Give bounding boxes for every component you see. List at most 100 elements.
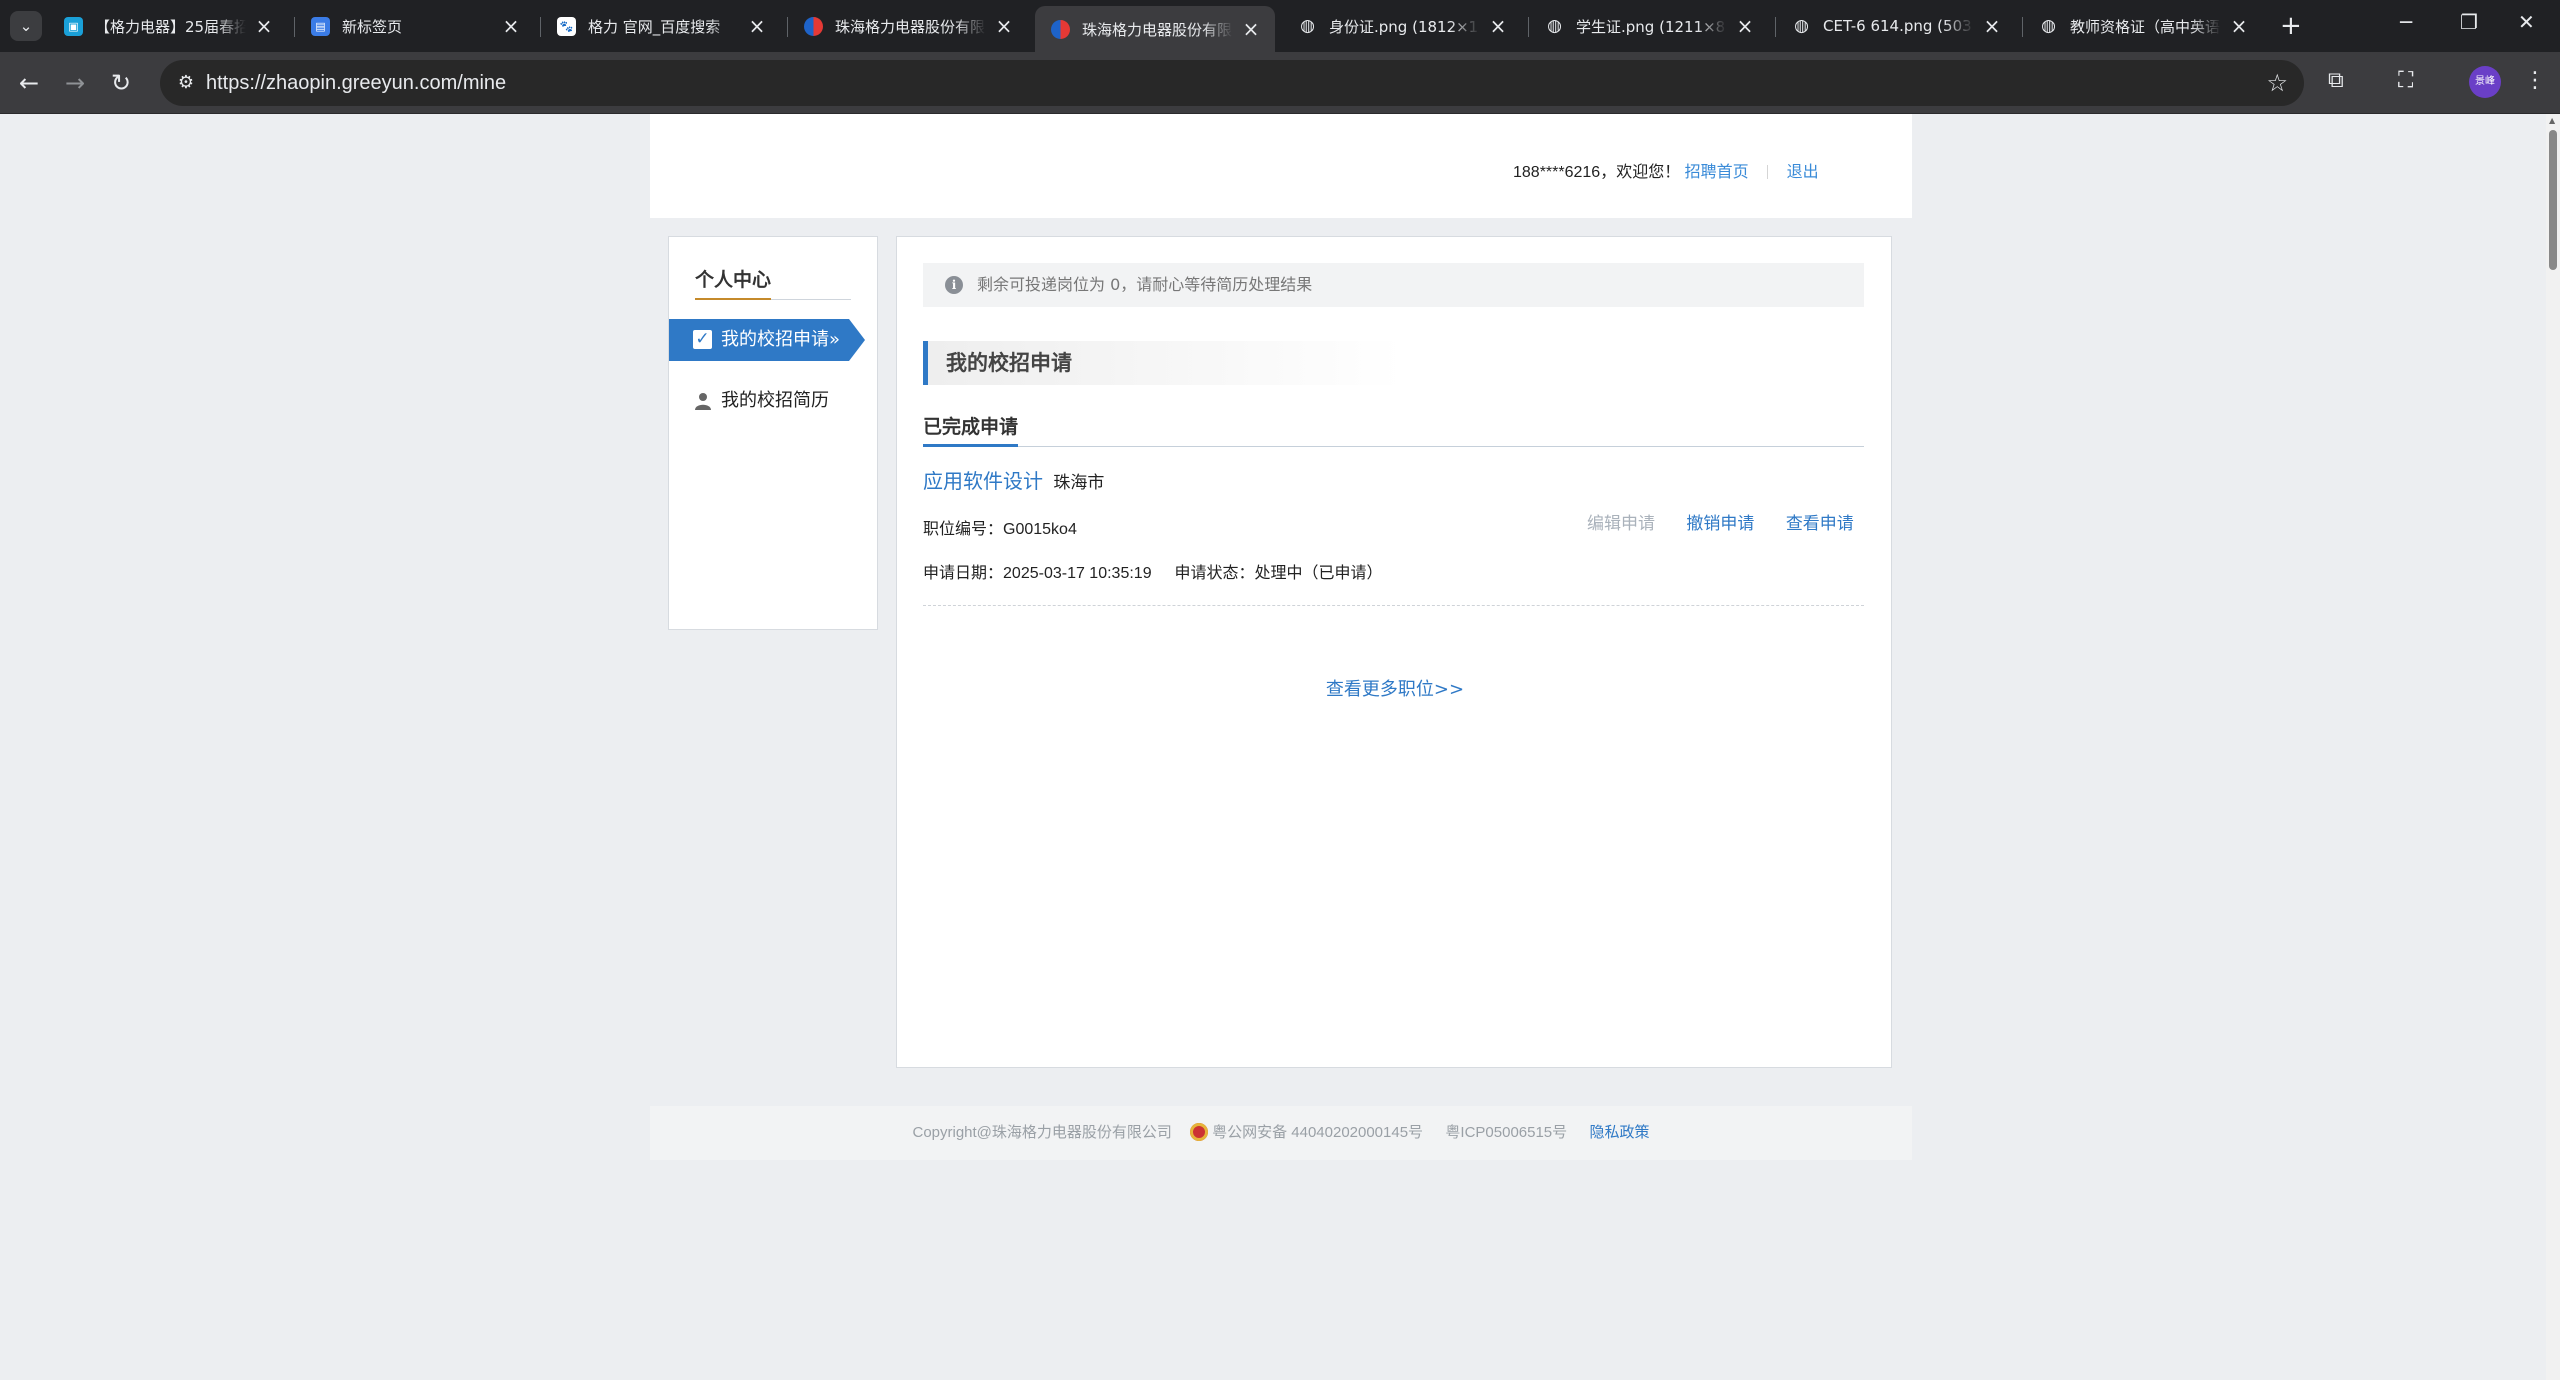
page-viewport: 188****6216，欢迎您！ 招聘首页 退出 个人中心 ✓ 我的校招申请» … <box>0 114 2546 1380</box>
scroll-up-arrow-icon[interactable]: ▲ <box>2549 116 2555 125</box>
police-emblem-icon <box>1190 1123 1209 1141</box>
browser-tab-3[interactable]: 🐾 格力 官网_百度搜索 × <box>541 6 781 46</box>
section-title: 我的校招申请 <box>923 341 1403 385</box>
tab-title: 身份证.png (1812×1144) <box>1329 17 1480 36</box>
bookmark-star-icon[interactable]: ☆ <box>2266 69 2288 97</box>
site-settings-tune-icon[interactable]: ⚙ <box>174 71 198 95</box>
tab-title: 【格力电器】25届春招简章 <box>95 17 246 36</box>
address-bar[interactable]: ⚙ https://zhaopin.greeyun.com/mine ☆ <box>160 60 2304 106</box>
globe-icon: ◍ <box>2041 15 2056 36</box>
profile-avatar[interactable]: 景峰 <box>2469 66 2501 98</box>
job-name-link[interactable]: 应用软件设计 <box>923 469 1043 493</box>
job-city: 珠海市 <box>1053 473 1105 493</box>
recruit-home-link[interactable]: 招聘首页 <box>1685 164 1749 181</box>
sidebar-item-label: 我的校招申请» <box>721 329 841 350</box>
tab-title: 格力 官网_百度搜索 <box>588 17 721 36</box>
gree-favicon-icon <box>1051 19 1070 39</box>
logout-link[interactable]: 退出 <box>1787 164 1819 181</box>
more-jobs-link[interactable]: 查看更多职位>> <box>897 675 1893 701</box>
withdraw-application-button[interactable]: 撤销申请 <box>1686 514 1754 534</box>
application-job-title: 应用软件设计 珠海市 <box>923 465 1104 494</box>
greeyun-favicon-icon: ▣ <box>64 16 83 36</box>
sidebar-item-label: 我的校招简历 <box>721 390 829 411</box>
view-application-button[interactable]: 查看申请 <box>1786 514 1854 534</box>
notice-text: 剩余可投递岗位为 0，请耐心等待简历处理结果 <box>977 275 1313 294</box>
browser-tab-1[interactable]: ▣ 【格力电器】25届春招简章 × <box>48 6 288 46</box>
browser-tab-2[interactable]: ▤ 新标签页 × <box>295 6 535 46</box>
browser-tab-6[interactable]: ◍ 身份证.png (1812×1144) × <box>1282 6 1522 46</box>
browser-tab-8[interactable]: ◍ CET-6 614.png (503×713) × <box>1776 6 2016 46</box>
dashed-divider <box>923 605 1864 606</box>
tab-close-icon[interactable]: × <box>747 14 767 38</box>
privacy-policy-link[interactable]: 隐私政策 <box>1590 1124 1650 1141</box>
globe-icon: ◍ <box>1547 15 1562 36</box>
tab-completed-applications[interactable]: 已完成申请 <box>923 411 1019 447</box>
site-footer: Copyright@珠海格力电器股份有限公司 粤公网安备 44040202000… <box>650 1106 1912 1160</box>
restore-icon[interactable]: ❐ <box>2460 10 2478 34</box>
personal-center-sidebar: 个人中心 ✓ 我的校招申请» 我的校招简历 <box>668 236 878 630</box>
application-actions: 编辑申请 撤销申请 查看申请 <box>1587 509 1880 534</box>
tab-close-icon[interactable]: × <box>994 14 1014 38</box>
browser-toolbar: ← → ↻ ⚙ https://zhaopin.greeyun.com/mine… <box>0 52 2560 114</box>
newtab-favicon-icon: ▤ <box>311 16 330 36</box>
minimize-icon[interactable]: ─ <box>2400 10 2412 34</box>
sidebar-item-my-resume[interactable]: 我的校招简历 <box>669 381 877 421</box>
tab-close-icon[interactable]: × <box>501 14 521 38</box>
tab-title: 珠海格力电器股份有限公司 <box>835 17 986 36</box>
browser-menu-kebab-icon[interactable]: ⋮ <box>2524 68 2546 93</box>
application-date-status-line: 申请日期：2025-03-17 10:35:19 申请状态：处理中（已申请） <box>923 559 1383 583</box>
status-label: 申请状态： <box>1174 565 1255 582</box>
browser-tab-5-active[interactable]: 珠海格力电器股份有限公司 × <box>1035 6 1275 52</box>
browser-tab-9[interactable]: ◍ 教师资格证（高中英语） × <box>2023 6 2263 46</box>
tab-close-icon[interactable]: × <box>254 14 274 38</box>
tab-close-icon[interactable]: × <box>1488 14 1508 38</box>
job-code-value: G0015ko4 <box>1003 521 1077 538</box>
tab-close-icon[interactable]: × <box>1241 17 1261 41</box>
user-greeting: 188****6216，欢迎您！ <box>1513 164 1681 181</box>
site-header: 188****6216，欢迎您！ 招聘首页 退出 <box>650 114 1912 218</box>
job-code-line: 职位编号：G0015ko4 <box>923 515 1077 539</box>
edit-application-button[interactable]: 编辑申请 <box>1587 514 1655 534</box>
browser-tab-7[interactable]: ◍ 学生证.png (1211×818) × <box>1529 6 1769 46</box>
sub-tabs: 已完成申请 <box>923 411 1864 447</box>
copyright-text: Copyright@珠海格力电器股份有限公司 <box>912 1124 1172 1141</box>
window-close-icon[interactable]: ✕ <box>2518 10 2535 34</box>
reload-icon[interactable]: ↻ <box>104 66 138 100</box>
tab-title: CET-6 614.png (503×713) <box>1823 17 1974 35</box>
sidebar-item-my-applications[interactable]: ✓ 我的校招申请» <box>669 319 865 361</box>
notice-bar: i 剩余可投递岗位为 0，请耐心等待简历处理结果 <box>923 263 1864 307</box>
page-scrollbar[interactable]: ▲ <box>2546 114 2560 1380</box>
tab-title: 教师资格证（高中英语） <box>2070 17 2221 36</box>
person-icon <box>695 393 711 410</box>
baidu-paw-icon: 🐾 <box>557 16 576 36</box>
browser-tab-4[interactable]: 珠海格力电器股份有限公司 × <box>788 6 1028 46</box>
user-info: 188****6216，欢迎您！ 招聘首页 退出 <box>1513 158 1819 182</box>
tab-title: 珠海格力电器股份有限公司 <box>1082 20 1233 39</box>
main-panel: i 剩余可投递岗位为 0，请耐心等待简历处理结果 我的校招申请 已完成申请 应用… <box>896 236 1892 1068</box>
job-code-label: 职位编号： <box>923 521 1004 538</box>
tab-close-icon[interactable]: × <box>2229 14 2249 38</box>
tab-search-chevron-icon[interactable]: ⌄ <box>10 11 42 41</box>
new-tab-plus-icon[interactable]: + <box>2280 12 2302 40</box>
icp-record-text[interactable]: 粤ICP05006515号 <box>1445 1124 1567 1141</box>
tab-close-icon[interactable]: × <box>1735 14 1755 38</box>
sidebar-title: 个人中心 <box>695 265 851 300</box>
police-record-text[interactable]: 粤公网安备 44040202000145号 <box>1212 1124 1423 1141</box>
back-arrow-icon[interactable]: ← <box>12 66 46 100</box>
gree-favicon-icon <box>804 16 823 36</box>
info-icon: i <box>945 276 963 294</box>
extensions-puzzle-icon[interactable]: ⧉ <box>2328 68 2344 93</box>
scrollbar-thumb[interactable] <box>2549 130 2557 270</box>
browser-tabstrip: ⌄ ▣ 【格力电器】25届春招简章 × ▤ 新标签页 × 🐾 格力 官网_百度搜… <box>0 0 2560 52</box>
tab-close-icon[interactable]: × <box>1982 14 2002 38</box>
sidebar-title-text: 个人中心 <box>695 265 772 300</box>
status-value: 处理中（已申请） <box>1254 565 1383 582</box>
globe-icon: ◍ <box>1300 15 1315 36</box>
url-text[interactable]: https://zhaopin.greeyun.com/mine <box>206 72 506 95</box>
checkbox-checked-icon: ✓ <box>693 330 712 349</box>
translate-icon[interactable]: ⛶ <box>2398 68 2413 93</box>
date-label: 申请日期： <box>923 565 1004 582</box>
forward-arrow-icon[interactable]: → <box>58 66 92 100</box>
tab-title: 新标签页 <box>342 17 403 36</box>
date-value: 2025-03-17 10:35:19 <box>1003 565 1152 582</box>
